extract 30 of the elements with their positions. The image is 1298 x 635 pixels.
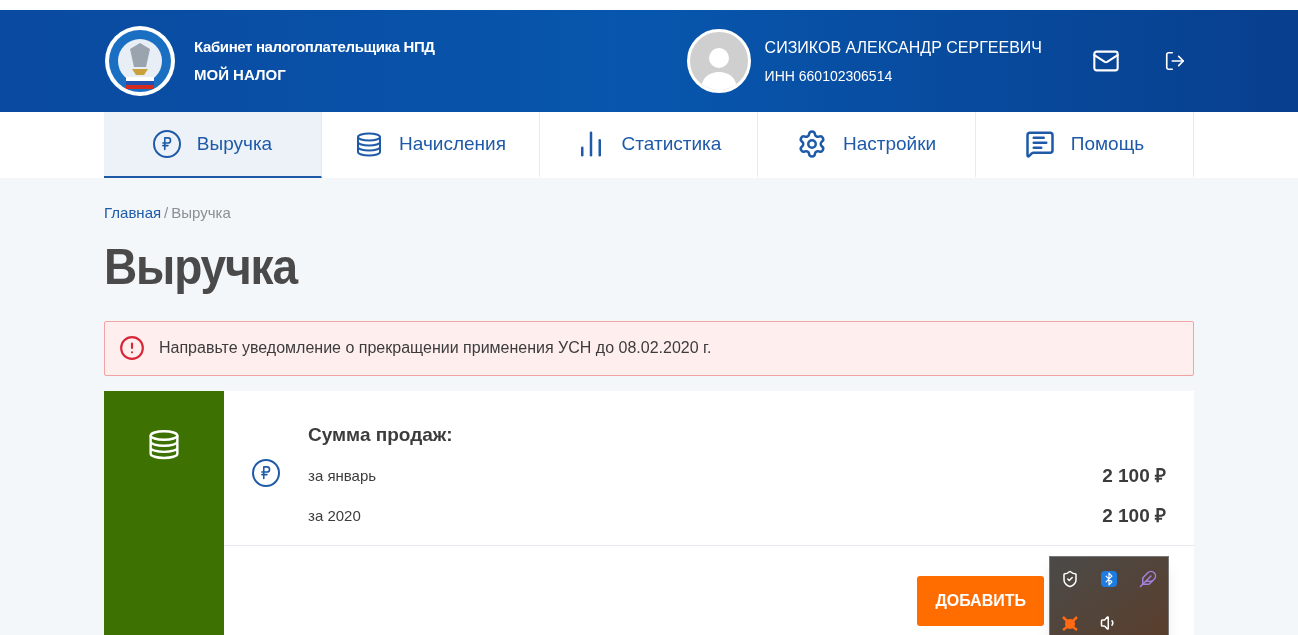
nav-tab[interactable]: Помощь	[976, 112, 1194, 178]
coins-icon	[355, 130, 384, 158]
sales-amount: 2 100 ₽	[1102, 503, 1166, 528]
shield-icon[interactable]	[1060, 570, 1079, 588]
alert-text: Направьте уведомление о прекращении применения УСН до 08.02.2020 г.	[159, 338, 712, 358]
settings-icon	[796, 129, 827, 159]
inn-number: ИНН 660102306514	[764, 66, 894, 86]
nav-tab[interactable]: Выручка	[104, 112, 322, 178]
nav-tab[interactable]: Начисления	[322, 112, 540, 178]
cabinet-title: Кабинет налогоплательщика НПД	[194, 36, 435, 57]
ruble-icon	[152, 130, 181, 158]
breadcrumb-current: Выручка	[171, 203, 231, 223]
emblem-logo	[104, 25, 176, 97]
period-label: за январь	[308, 465, 377, 486]
user-name: СИЗИКОВ АЛЕКСАНДР СЕРГЕЕВИЧ	[764, 37, 1042, 58]
bluetooth-icon[interactable]	[1101, 571, 1117, 587]
warning-icon	[119, 335, 145, 361]
sales-amount: 2 100 ₽	[1102, 463, 1166, 488]
sales-heading: Сумма продаж:	[308, 422, 454, 447]
period-label: за 2020	[308, 505, 361, 526]
splat-icon[interactable]	[1060, 614, 1079, 632]
feather-icon[interactable]	[1139, 570, 1158, 588]
app-name: МОЙ НАЛОГ	[194, 65, 287, 85]
nav-tab[interactable]: Статистика	[540, 112, 758, 178]
chat-icon	[1024, 129, 1055, 159]
nav-tab[interactable]: Настройки	[758, 112, 976, 178]
logout-button[interactable]	[1164, 50, 1186, 72]
breadcrumb-link[interactable]: Главная	[104, 202, 162, 225]
breadcrumb-separator: /	[164, 203, 169, 223]
ruble-icon	[252, 458, 280, 487]
